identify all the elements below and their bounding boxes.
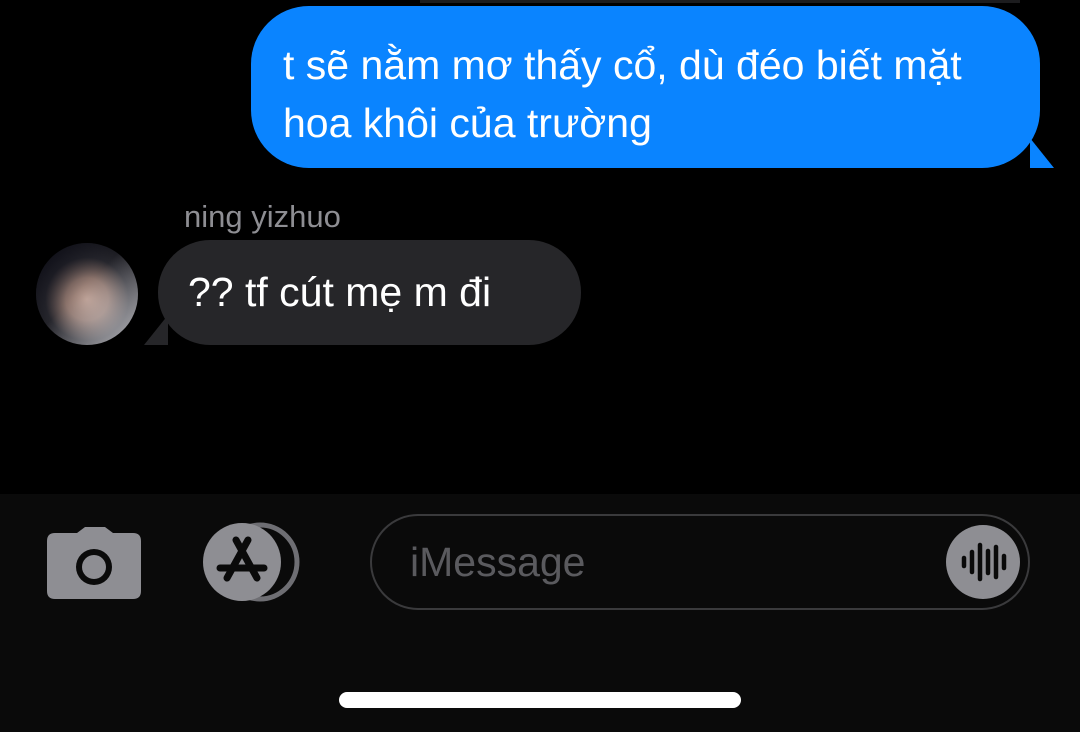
audio-message-button[interactable] bbox=[946, 525, 1020, 599]
camera-icon bbox=[47, 527, 141, 599]
app-store-button[interactable] bbox=[202, 522, 310, 602]
contact-avatar[interactable] bbox=[36, 243, 138, 345]
message-input[interactable]: iMessage bbox=[370, 514, 1030, 610]
incoming-message-text: ?? tf cút mẹ m đi bbox=[188, 269, 492, 315]
previous-message-edge bbox=[420, 0, 1020, 3]
app-store-icon bbox=[203, 522, 300, 602]
outgoing-message-bubble[interactable]: t sẽ nằm mơ thấy cổ, dù đéo biết mặt hoa… bbox=[251, 6, 1054, 168]
message-placeholder: iMessage bbox=[410, 539, 586, 585]
outgoing-bubble-tail bbox=[1030, 138, 1054, 168]
incoming-bubble-tail bbox=[144, 315, 168, 345]
sender-name: ning yizhuo bbox=[184, 199, 341, 234]
waveform-icon bbox=[961, 542, 1007, 582]
camera-button[interactable] bbox=[47, 527, 141, 599]
outgoing-message-text: t sẽ nằm mơ thấy cổ, dù đéo biết mặt hoa… bbox=[283, 42, 962, 146]
avatar-photo-shade bbox=[36, 243, 138, 345]
home-indicator[interactable] bbox=[339, 692, 741, 708]
incoming-message-bubble[interactable]: ?? tf cút mẹ m đi bbox=[144, 240, 581, 345]
